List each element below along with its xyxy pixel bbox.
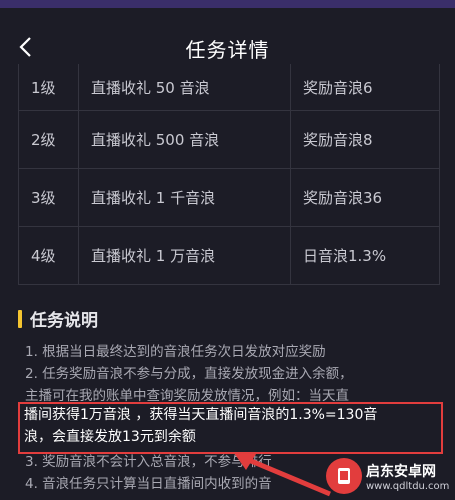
task-cell: 直播收礼 500 音浪 [79,111,291,168]
table-row: 2级 直播收礼 500 音浪 奖励音浪8 [19,111,439,169]
watermark: 启东安卓网 www.qdltdu.com [326,456,452,496]
reward-cell: 奖励音浪8 [303,131,373,149]
watermark-url: www.qdltdu.com [366,480,450,492]
table-row: 4级 直播收礼 1 万音浪 日音浪1.3% [19,227,439,285]
highlighted-example: 播间获得1万音浪 ，获得当天直播间音浪的1.3%=130音 浪，会直接发放13元… [24,404,439,448]
level-cell: 3级 [19,169,79,226]
task-cell: 直播收礼 50 音浪 [79,64,291,110]
watermark-logo-icon [326,458,362,494]
reward-cell: 奖励音浪36 [303,189,383,207]
description-line: 2. 任务奖励音浪不参与分成，直接发放现金进入余额， [25,366,353,382]
level-cell: 2级 [19,111,79,168]
section-title: 任务说明 [30,311,98,331]
task-level-table: 1级 直播收礼 50 音浪 奖励音浪6 2级 直播收礼 500 音浪 奖励音浪8… [18,64,440,285]
section-accent-bar [18,309,22,328]
highlight-line: 浪，会直接发放13元到余额 [24,429,196,445]
reward-cell: 奖励音浪6 [303,78,373,97]
section-heading: 任务说明 [18,306,98,331]
level-cell: 1级 [19,64,79,110]
table-row: 1级 直播收礼 50 音浪 奖励音浪6 [19,64,439,111]
status-bar-strip [0,0,455,8]
table-row: 3级 直播收礼 1 千音浪 奖励音浪36 [19,169,439,227]
highlight-line: 播间获得1万音浪 ，获得当天直播间音浪的1.3%=130音 [24,407,378,423]
arrow-icon [234,453,331,497]
task-cell: 直播收礼 1 万音浪 [79,227,291,284]
reward-cell: 日音浪1.3% [303,247,387,265]
level-cell: 4级 [19,227,79,284]
watermark-name: 启东安卓网 [366,463,436,480]
task-cell: 直播收礼 1 千音浪 [79,169,291,226]
page-title: 任务详情 [185,38,270,62]
description-line: 1. 根据当日最终达到的音浪任务次日发放对应奖励 [25,344,326,360]
header: 任务详情 [0,8,455,70]
